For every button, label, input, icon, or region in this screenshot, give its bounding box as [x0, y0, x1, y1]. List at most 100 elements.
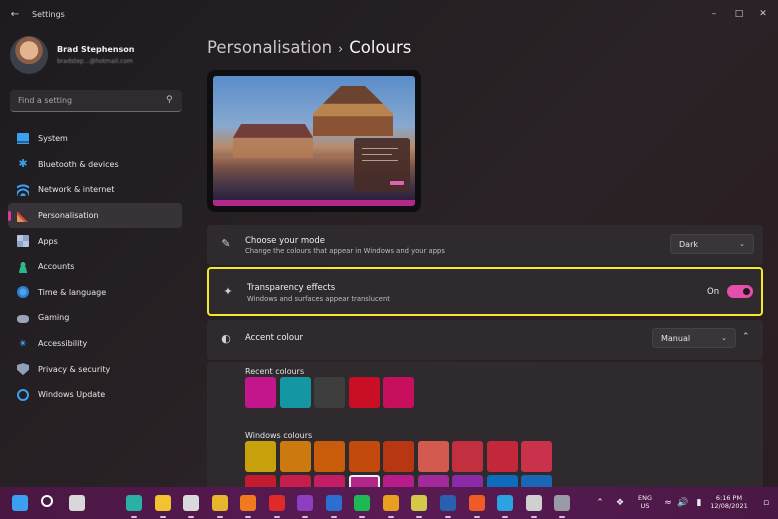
recent-colours-label: Recent colours [245, 367, 305, 376]
breadcrumb: Personalisation › Colours [207, 38, 411, 57]
minimize-icon[interactable]: – [704, 6, 724, 22]
dropbox-icon[interactable]: ❖ [614, 497, 626, 509]
running-indicator [160, 516, 166, 518]
windows-colour-swatch[interactable] [383, 441, 414, 472]
sidebar-item-network[interactable]: Network & internet [8, 177, 182, 203]
accent-colours-panel: Recent colours Windows colours ✓ [207, 362, 763, 507]
title-bar: ← Settings – □ ✕ [0, 0, 778, 30]
vivaldi-icon[interactable] [440, 495, 456, 511]
task-view-icon[interactable] [69, 495, 85, 511]
avatar[interactable] [10, 36, 48, 74]
chevron-up-tray-icon[interactable]: ⌃ [594, 497, 606, 509]
start-icon[interactable] [12, 495, 28, 511]
windows-colour-swatch[interactable] [521, 441, 552, 472]
search-placeholder: Find a setting [18, 96, 73, 105]
settings-gear-icon[interactable] [554, 495, 570, 511]
accent-dropdown[interactable]: Manual ⌄ [652, 328, 736, 348]
telegram-icon[interactable] [497, 495, 513, 511]
volume-icon[interactable]: 🔊 [677, 497, 689, 509]
maps-icon[interactable] [383, 495, 399, 511]
clock-time: 6:16 PM [715, 494, 743, 502]
sidebar-item-accounts[interactable]: Accounts [8, 254, 182, 280]
search-icon[interactable]: ⚲ [166, 95, 176, 105]
edge-icon[interactable] [126, 495, 142, 511]
page-title: Colours [349, 38, 412, 57]
opera-icon[interactable] [269, 495, 285, 511]
store-icon[interactable] [183, 495, 199, 511]
running-indicator [131, 516, 137, 518]
sidebar-item-time-language[interactable]: Time & language [8, 280, 182, 306]
sidebar-item-bluetooth[interactable]: ✱ Bluetooth & devices [8, 152, 182, 178]
chrome-icon[interactable] [212, 495, 228, 511]
spotify-icon[interactable] [354, 495, 370, 511]
running-indicator [359, 516, 365, 518]
word-icon[interactable] [326, 495, 342, 511]
windows-colour-swatch[interactable] [279, 441, 311, 472]
sidebar-item-label: Apps [38, 236, 58, 246]
monitor-icon [17, 132, 29, 145]
mode-dropdown[interactable]: Dark ⌄ [670, 234, 754, 254]
chevron-up-icon[interactable]: ⌃ [742, 332, 750, 342]
sidebar-item-apps[interactable]: Apps [8, 228, 182, 254]
preview-tower [313, 86, 393, 136]
sidebar-item-accessibility[interactable]: ✴ Accessibility [8, 331, 182, 357]
sidebar-item-privacy-security[interactable]: Privacy & security [8, 356, 182, 382]
preview-line [362, 148, 398, 149]
transparency-toggle[interactable] [727, 285, 753, 298]
chevron-down-icon: ⌄ [721, 334, 727, 342]
recent-colour-swatch[interactable] [279, 377, 311, 408]
back-arrow-icon[interactable]: ← [8, 8, 22, 22]
maximize-icon[interactable]: □ [729, 6, 749, 22]
windows-colour-swatch[interactable] [245, 441, 276, 472]
running-indicator [445, 516, 451, 518]
windows-colour-swatch[interactable] [486, 441, 518, 472]
accent-title: Accent colour [245, 333, 303, 343]
notes-icon[interactable] [411, 495, 427, 511]
clock-date: 12/08/2021 [710, 502, 748, 510]
breadcrumb-parent[interactable]: Personalisation [207, 38, 332, 57]
windows-colour-swatch[interactable] [314, 441, 345, 472]
recent-colour-swatch[interactable] [245, 377, 276, 408]
recent-colour-swatch[interactable] [348, 377, 380, 408]
running-indicator [474, 516, 480, 518]
windows-colour-swatch[interactable] [348, 441, 380, 472]
sidebar-item-label: Gaming [38, 313, 70, 323]
close-icon[interactable]: ✕ [753, 6, 773, 22]
tool-icon[interactable] [526, 495, 542, 511]
brave-icon[interactable] [469, 495, 485, 511]
firefox-icon[interactable] [240, 495, 256, 511]
language-indicator[interactable]: ENG US [636, 494, 654, 510]
sidebar-item-label: System [38, 134, 68, 144]
file-explorer-icon[interactable] [155, 495, 171, 511]
recent-colour-swatch[interactable] [314, 377, 345, 408]
sidebar-item-system[interactable]: System [8, 126, 182, 152]
profile-name: Brad Stephenson [57, 45, 135, 54]
clock[interactable]: 6:16 PM 12/08/2021 [708, 494, 750, 510]
onenote-icon[interactable] [297, 495, 313, 511]
taskbar-search-icon[interactable] [41, 495, 53, 507]
mode-dropdown-value: Dark [679, 240, 698, 249]
preview-pavilion [233, 124, 313, 158]
sidebar-item-gaming[interactable]: Gaming [8, 305, 182, 331]
battery-icon[interactable]: ▮ [693, 497, 705, 509]
taskbar: ⌃ ❖ ENG US ≈ 🔊 ▮ 6:16 PM 12/08/2021 ▫ [0, 487, 778, 519]
sidebar-item-personalisation[interactable]: Personalisation [8, 202, 182, 229]
running-indicator [302, 516, 308, 518]
running-indicator [502, 516, 508, 518]
window-title: Settings [32, 10, 65, 19]
running-indicator [217, 516, 223, 518]
recent-colour-swatch[interactable] [383, 377, 414, 408]
running-indicator [188, 516, 194, 518]
search-input[interactable]: Find a setting ⚲ [10, 90, 182, 112]
sidebar-item-label: Accessibility [38, 339, 88, 349]
sidebar-item-label: Bluetooth & devices [38, 159, 119, 169]
windows-colour-swatch[interactable] [452, 441, 483, 472]
windows-colour-swatch[interactable] [417, 441, 449, 472]
notification-icon[interactable]: ▫ [760, 497, 772, 509]
brush-icon [17, 209, 29, 222]
sidebar-item-windows-update[interactable]: Windows Update [8, 382, 182, 408]
sidebar-item-label: Privacy & security [38, 364, 111, 374]
sidebar-item-label: Personalisation [38, 211, 99, 221]
preview-taskbar [213, 200, 415, 206]
wifi-tray-icon[interactable]: ≈ [662, 497, 674, 509]
